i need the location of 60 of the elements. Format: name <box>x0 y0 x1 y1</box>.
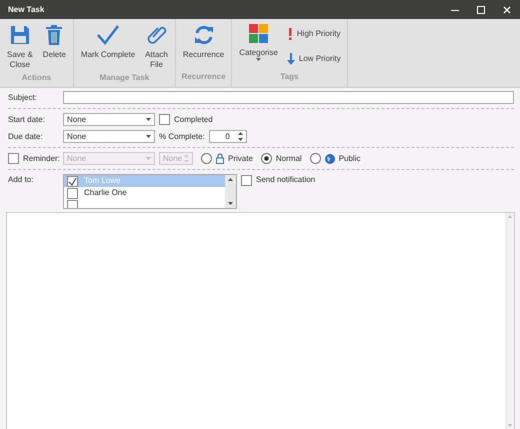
maximize-icon[interactable] <box>477 6 485 14</box>
radio-label: Public <box>338 152 360 164</box>
checkbox-label: Send notification <box>256 174 316 186</box>
window-title: New Task <box>8 4 44 16</box>
ribbon-button[interactable]: Delete <box>40 22 69 72</box>
exclamation-icon <box>286 28 293 40</box>
caret-icon <box>146 157 151 160</box>
caret-icon <box>146 135 151 138</box>
radio-label: Private <box>228 152 253 164</box>
trash-icon <box>45 24 64 46</box>
group-label: Manage Task <box>98 72 150 84</box>
ribbon-button[interactable]: High Priority <box>284 26 343 42</box>
refresh-icon <box>192 24 215 46</box>
checkbox[interactable] <box>67 188 78 198</box>
ribbon-button[interactable]: Mark Complete <box>78 22 138 72</box>
due-date-dropdown[interactable]: None <box>63 130 155 143</box>
user-list[interactable]: Tom Lowe Charlie One <box>63 174 237 209</box>
field-label: Subject: <box>8 92 38 104</box>
checkbox[interactable] <box>241 174 252 186</box>
spin-arrows-icon <box>238 132 243 141</box>
percent-spinner[interactable]: 0 <box>208 130 247 143</box>
list-item[interactable]: Charlie One <box>64 187 225 199</box>
categorise-dropdown[interactable]: Categorise <box>236 22 281 71</box>
radio-button[interactable] <box>310 153 321 164</box>
start-date-dropdown[interactable]: None <box>63 113 155 126</box>
scroll-down-icon[interactable] <box>228 202 233 205</box>
minimize-icon[interactable] <box>451 8 459 10</box>
radio-button[interactable] <box>201 153 212 164</box>
checkbox[interactable] <box>159 114 170 125</box>
ribbon-button[interactable]: Attach File <box>142 22 171 72</box>
field-label: Due date: <box>8 130 44 142</box>
radio-label: Normal <box>276 152 302 164</box>
field-label: % Complete: <box>159 130 205 142</box>
group-label: Actions <box>20 72 52 84</box>
scroll-up-icon[interactable] <box>228 178 233 181</box>
checkmark-icon <box>96 24 120 46</box>
group-label: Tags <box>279 71 300 83</box>
color-grid-icon <box>248 24 269 44</box>
radio-button[interactable] <box>260 153 272 164</box>
spin-arrows-icon <box>184 154 189 163</box>
checkbox-label: Reminder: <box>23 152 60 164</box>
ribbon-button[interactable]: Save & Close <box>4 22 36 72</box>
lock-icon <box>216 153 224 164</box>
subject-field[interactable] <box>63 91 514 104</box>
caret-icon <box>146 118 151 121</box>
down-arrow-icon <box>286 52 295 65</box>
globe-icon <box>324 154 335 164</box>
caret-icon <box>256 58 262 61</box>
group-label: Recurrence <box>180 71 227 83</box>
close-icon[interactable] <box>503 6 511 14</box>
field-label: Add to: <box>8 174 34 186</box>
checkbox[interactable] <box>67 200 78 208</box>
checkbox[interactable] <box>67 176 78 186</box>
scrollbar[interactable] <box>225 175 236 208</box>
save-icon <box>8 24 31 46</box>
ribbon-button[interactable]: Recurrence <box>180 22 228 71</box>
checkbox-label: Completed <box>174 114 213 126</box>
paperclip-icon <box>146 24 167 46</box>
field-label: Start date: <box>8 114 46 126</box>
ribbon-button[interactable]: Low Priority <box>284 50 343 67</box>
